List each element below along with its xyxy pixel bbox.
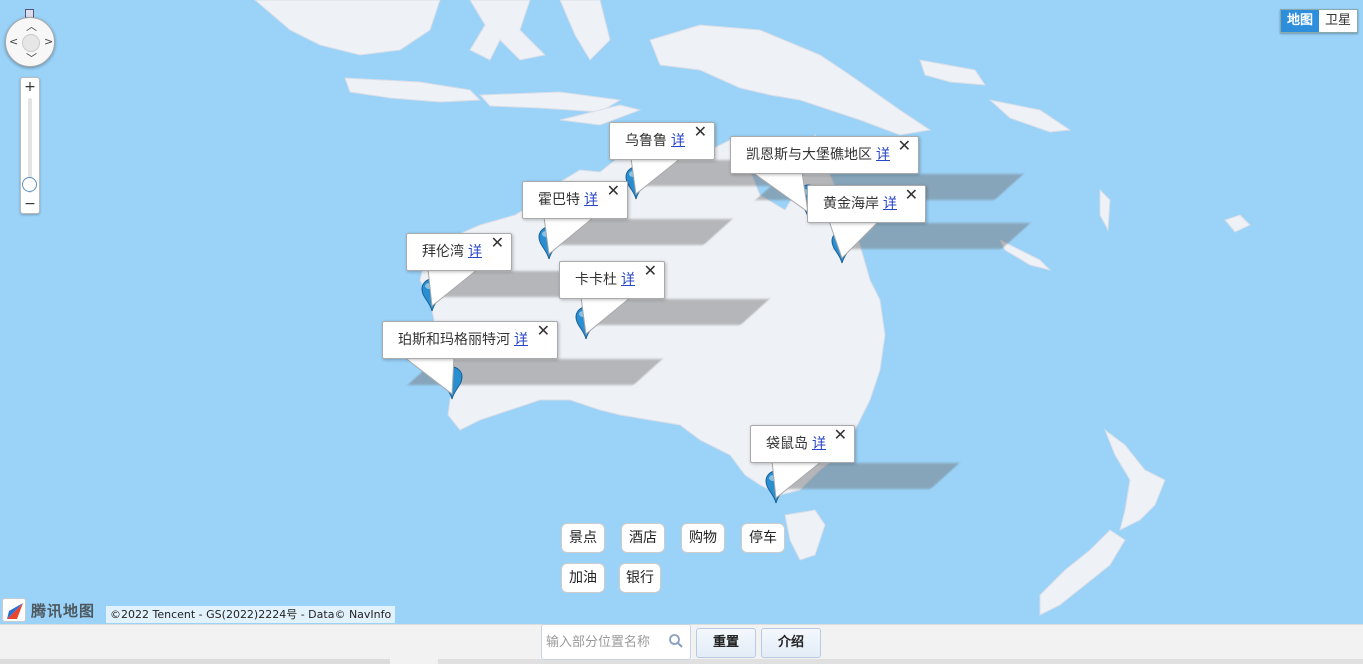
land-java	[344, 77, 482, 103]
info-window-title: 霍巴特	[538, 192, 580, 208]
info-window-detail-link[interactable]: 详	[671, 133, 685, 149]
info-window-detail-link[interactable]: 详	[883, 196, 897, 212]
close-icon[interactable]: ✕	[607, 173, 620, 209]
pan-right-icon[interactable]: >	[44, 36, 53, 47]
land-new-britain	[919, 59, 986, 86]
search-input[interactable]	[546, 631, 664, 653]
info-window-detail-link[interactable]: 详	[812, 436, 826, 452]
category-button-gas[interactable]: 加油	[561, 563, 605, 593]
info-window-title: 黄金海岸	[823, 196, 879, 212]
info-window-tail	[630, 158, 682, 195]
info-window-detail-link[interactable]: 详	[876, 147, 890, 163]
land-sulawesi	[469, 0, 547, 61]
info-window-tail	[771, 461, 823, 499]
info-window-tail	[427, 269, 479, 307]
info-window-tail	[751, 172, 809, 214]
zoom-handle[interactable]	[22, 177, 37, 193]
intro-button[interactable]: 介绍	[761, 628, 821, 658]
land-fiji	[1224, 214, 1251, 233]
map-type-map-button[interactable]: 地图	[1281, 10, 1319, 32]
land-new-guinea	[649, 24, 932, 136]
land-new-zealand-north	[1103, 428, 1166, 531]
info-window: 凯恩斯与大堡礁地区详 ✕	[730, 136, 919, 174]
close-icon[interactable]: ✕	[491, 225, 504, 261]
info-window: 袋鼠岛详 ✕	[750, 425, 855, 463]
pan-down-icon[interactable]: ﹀	[26, 53, 37, 64]
info-window-title: 乌鲁鲁	[625, 133, 667, 149]
info-window-title: 袋鼠岛	[766, 436, 808, 452]
map-type-switch: 地图 卫星	[1280, 9, 1358, 33]
pan-center[interactable]	[22, 34, 40, 52]
category-button-shopping[interactable]: 购物	[681, 523, 725, 553]
land-new-caledonia	[998, 238, 1052, 271]
info-window-detail-link[interactable]: 详	[514, 332, 528, 348]
info-window-tail	[543, 217, 595, 255]
info-window-title: 拜伦湾	[422, 244, 464, 260]
category-button-bank[interactable]: 银行	[619, 563, 661, 593]
close-icon[interactable]: ✕	[898, 128, 911, 164]
close-icon[interactable]: ✕	[905, 177, 918, 213]
info-window-title: 凯恩斯与大堡礁地区	[746, 147, 872, 163]
close-icon[interactable]: ✕	[694, 114, 707, 150]
info-window-detail-link[interactable]: 详	[621, 272, 635, 288]
info-window: 卡卡杜详 ✕	[559, 261, 665, 299]
land-maluku	[559, 0, 611, 61]
info-window-detail-link[interactable]: 详	[468, 244, 482, 260]
land-borneo	[254, 0, 441, 56]
tencent-maps-logo-icon	[2, 598, 26, 622]
land-vanuatu	[1099, 188, 1111, 232]
close-icon[interactable]: ✕	[644, 253, 657, 289]
info-window: 拜伦湾详 ✕	[406, 233, 512, 271]
info-window: 黄金海岸详 ✕	[807, 185, 926, 223]
map-canvas[interactable]: 乌鲁鲁详 ✕ 凯恩斯与大堡礁地区详 ✕ 霍巴特详 ✕ 黄金海岸详 ✕ 拜伦湾详 ✕ 卡卡杜详 ✕ 珀斯和…	[0, 0, 1363, 624]
category-button-hotels[interactable]: 酒店	[621, 523, 665, 553]
pan-left-icon[interactable]: <	[9, 36, 18, 47]
logo-text: 腾讯地图	[31, 601, 96, 620]
info-window: 霍巴特详 ✕	[522, 181, 628, 219]
info-window: 珀斯和玛格丽特河详 ✕	[382, 321, 558, 359]
info-window-tail	[828, 221, 880, 259]
close-icon[interactable]: ✕	[834, 417, 847, 453]
search-icon[interactable]	[668, 633, 684, 649]
zoom-in-button[interactable]: +	[21, 79, 39, 95]
category-button-parking[interactable]: 停车	[741, 523, 785, 553]
land-lesser-sunda	[478, 91, 622, 113]
zoom-slider[interactable]: + −	[20, 77, 40, 214]
info-window-tail	[580, 297, 632, 335]
info-window-detail-link[interactable]: 详	[584, 192, 598, 208]
category-button-sights[interactable]: 景点	[561, 523, 605, 553]
info-window-tail	[403, 357, 455, 395]
pan-up-icon[interactable]: ︿	[26, 21, 37, 32]
copyright-text: ©2022 Tencent - GS(2022)2224号 - Data© Na…	[106, 606, 396, 623]
land-solomon	[988, 99, 1072, 133]
close-icon[interactable]: ✕	[537, 313, 550, 349]
zoom-out-button[interactable]: −	[21, 196, 39, 212]
land-tasmania	[784, 509, 826, 561]
info-window-title: 珀斯和玛格丽特河	[398, 332, 510, 348]
pan-control-icon[interactable]: ︿ ﹀ < >	[5, 17, 55, 67]
info-window-title: 卡卡杜	[575, 272, 617, 288]
land-new-zealand-south	[1039, 529, 1126, 616]
bottom-divider	[0, 659, 390, 664]
tencent-maps-logo[interactable]: 腾讯地图	[2, 598, 95, 622]
reset-button[interactable]: 重置	[696, 628, 756, 658]
info-window: 乌鲁鲁详 ✕	[609, 122, 715, 160]
search-box	[541, 624, 691, 660]
map-type-satellite-button[interactable]: 卫星	[1319, 10, 1357, 32]
